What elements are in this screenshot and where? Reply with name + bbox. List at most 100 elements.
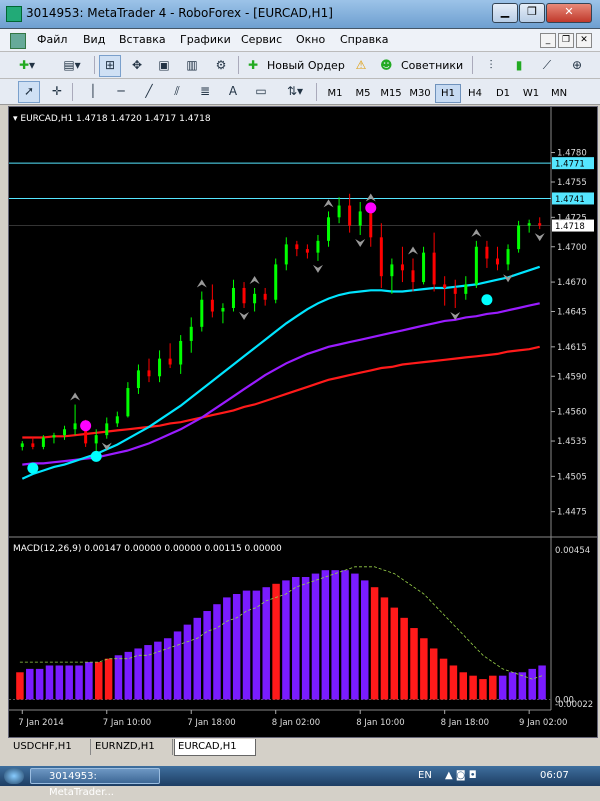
macd-histogram-bar — [331, 570, 339, 700]
language-indicator[interactable]: EN — [418, 770, 432, 781]
candle-body — [200, 299, 204, 327]
macd-histogram-bar — [429, 648, 438, 700]
candle-body — [94, 435, 98, 444]
line-chart-icon[interactable]: ⟋ — [536, 55, 558, 77]
tf-mn[interactable]: MN — [546, 84, 572, 103]
tf-m15[interactable]: M15 — [377, 84, 405, 103]
candle-body — [305, 249, 309, 253]
bar-chart-icon[interactable]: ⫶ — [480, 55, 502, 77]
profiles-icon[interactable]: ▤▾ — [52, 55, 92, 77]
menu-tools[interactable]: Сервис — [241, 33, 282, 46]
candle-body — [231, 287, 235, 308]
candle-body — [432, 252, 436, 285]
alert-icon[interactable]: ⚠ — [350, 55, 372, 77]
menu-insert[interactable]: Вставка — [119, 33, 166, 46]
experts-button[interactable]: ☻ Советники — [376, 55, 468, 77]
menu-charts[interactable]: Графики — [180, 33, 231, 46]
fractal-up-arrow — [196, 279, 207, 288]
macd-histogram-bar — [26, 668, 34, 700]
zoom-in-icon[interactable]: ⊕ — [566, 55, 588, 77]
tab-eurnzd[interactable]: EURNZD,H1 — [92, 739, 173, 755]
price-tick-label: 1.4505 — [557, 472, 587, 482]
macd-histogram-bar — [489, 675, 497, 700]
current-price-text: 1.4718 — [555, 222, 585, 232]
candlestick-icon[interactable]: ▮ — [508, 55, 530, 77]
equidistant-channel-icon[interactable]: ⫽ — [166, 81, 188, 103]
candle-body — [73, 423, 77, 430]
data-window-icon[interactable]: ▣ — [153, 55, 175, 77]
tf-w1[interactable]: W1 — [518, 84, 544, 103]
price-tick-label: 1.4780 — [557, 149, 587, 159]
vertical-line-icon[interactable]: │ — [82, 81, 104, 103]
macd-histogram-bar — [75, 665, 83, 700]
arrows-icon[interactable]: ⇅▾ — [278, 81, 312, 103]
menu-bar: Файл Вид Вставка Графики Сервис Окно Спр… — [0, 29, 600, 52]
time-tick-label: 8 Jan 18:00 — [441, 718, 489, 728]
new-order-button[interactable]: ✚ Новый Ордер — [244, 55, 348, 77]
taskbar: 3014953: MetaTrader... EN ▲ ◙ ◘ 06:07 — [0, 766, 600, 798]
candle-body — [158, 358, 162, 377]
mdi-minimize-button[interactable]: _ — [540, 33, 556, 48]
price-tick-label: 1.4615 — [557, 343, 587, 353]
tray-icon[interactable]: ▲ ◙ ◘ — [445, 770, 477, 781]
tf-h4[interactable]: H4 — [462, 84, 488, 103]
macd-histogram-bar — [104, 658, 113, 700]
menu-window[interactable]: Окно — [296, 33, 325, 46]
candle-body — [189, 326, 193, 341]
horizontal-line-icon[interactable]: ─ — [110, 81, 132, 103]
time-tick-label: 8 Jan 02:00 — [272, 718, 320, 728]
taskbar-app-button[interactable]: 3014953: MetaTrader... — [30, 768, 160, 798]
level-price-text: 1.4741 — [555, 195, 585, 205]
strategy-tester-icon[interactable]: ⚙ — [210, 55, 232, 77]
tf-m5[interactable]: M5 — [350, 84, 376, 103]
macd-histogram-bar — [85, 662, 93, 700]
fractal-up-arrow — [249, 275, 260, 284]
price-tick-label: 1.4475 — [557, 508, 587, 518]
text-label-icon[interactable]: ▭ — [250, 81, 272, 103]
chart-window[interactable]: 1.4771 1.4741 1.4718 1.4780 1.4755 1.4725 1.4… — [8, 106, 598, 738]
market-watch-icon[interactable]: ⊞ — [99, 55, 121, 77]
fibonacci-icon[interactable]: ≣ — [194, 81, 216, 103]
price-chart[interactable]: 1.4771 1.4741 1.4718 1.4780 1.4755 1.4725 1.4… — [9, 107, 597, 737]
chart-window-icon[interactable] — [10, 33, 26, 49]
tf-m30[interactable]: M30 — [406, 84, 434, 103]
fractal-up-arrow — [471, 228, 482, 237]
minimize-button[interactable]: ▁ — [492, 3, 518, 23]
title-bar: 3014953: MetaTrader 4 - RoboForex - [EUR… — [0, 0, 600, 29]
maximize-button[interactable]: ❐ — [519, 3, 545, 23]
menu-file[interactable]: Файл — [37, 33, 67, 46]
menu-help[interactable]: Справка — [340, 33, 388, 46]
macd-histogram-bar — [360, 580, 369, 700]
navigator-icon[interactable]: ✥ — [126, 55, 148, 77]
macd-histogram-bar — [321, 570, 330, 700]
candle-body — [527, 223, 531, 226]
tf-d1[interactable]: D1 — [490, 84, 516, 103]
macd-histogram-bar — [538, 665, 546, 700]
new-chart-icon[interactable]: ✚▾ — [6, 55, 48, 77]
cursor-icon[interactable]: ➚ — [18, 81, 40, 103]
text-icon[interactable]: A — [222, 81, 244, 103]
candle-body — [348, 205, 352, 226]
new-order-icon: ✚ — [248, 58, 259, 72]
price-tick-label: 1.4700 — [557, 243, 587, 253]
mdi-restore-button[interactable]: ❐ — [558, 33, 574, 48]
candle-body — [136, 370, 140, 389]
terminal-icon[interactable]: ▥ — [181, 55, 203, 77]
tf-h1[interactable]: H1 — [435, 84, 461, 103]
candle-body — [41, 437, 45, 447]
buy-signal-dot — [481, 294, 493, 306]
crosshair-icon[interactable]: ✛ — [46, 81, 68, 103]
mdi-close-button[interactable]: ✕ — [576, 33, 592, 48]
fractal-down-arrow — [355, 238, 366, 247]
tab-usdchf[interactable]: USDCHF,H1 — [10, 739, 91, 755]
price-tick-label: 1.4560 — [557, 408, 587, 418]
tf-m1[interactable]: M1 — [322, 84, 348, 103]
standard-toolbar: ✚▾ ▤▾ ⊞ ✥ ▣ ▥ ⚙ ✚ Новый Ордер ⚠ ☻ Советн… — [0, 52, 600, 79]
macd-histogram-bar — [301, 576, 310, 700]
tab-eurcad[interactable]: EURCAD,H1 — [174, 739, 256, 756]
start-icon[interactable] — [4, 768, 24, 784]
menu-view[interactable]: Вид — [83, 33, 105, 46]
fractal-down-arrow — [534, 233, 545, 242]
trendline-icon[interactable]: ╱ — [138, 81, 160, 103]
close-button[interactable]: ✕ — [546, 3, 592, 23]
